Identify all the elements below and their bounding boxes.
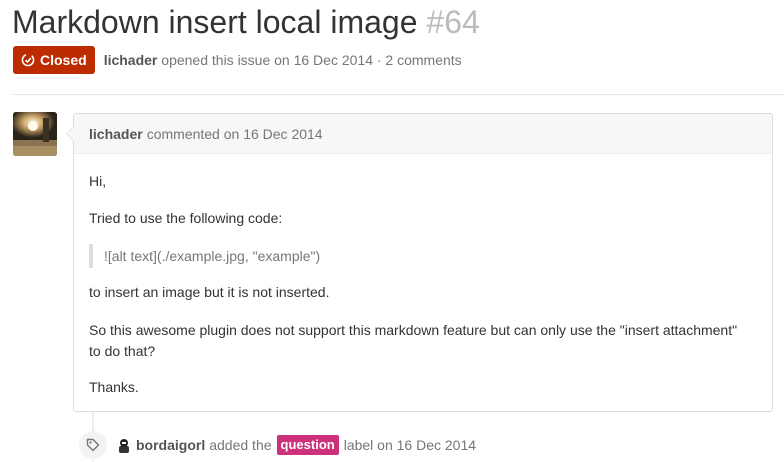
- state-label: Closed: [40, 52, 87, 68]
- avatar-image: [13, 112, 57, 156]
- comment-box: lichader commented on 16 Dec 2014 Hi, Tr…: [66, 113, 773, 412]
- comment-paragraph: Hi,: [89, 173, 107, 189]
- issue-author-link[interactable]: lichader: [104, 52, 158, 68]
- issue-meta-text: lichader opened this issue on 16 Dec 201…: [104, 52, 462, 68]
- tag-icon: [79, 431, 107, 459]
- comment-timestamp[interactable]: commented on 16 Dec 2014: [147, 126, 323, 142]
- event-action-text: added the: [209, 437, 272, 453]
- comment-arrow-inner: [67, 127, 74, 141]
- issue-meta: Closed lichader opened this issue on 16 …: [13, 46, 462, 74]
- issue-title: Markdown insert local image #64: [12, 2, 480, 42]
- label-question[interactable]: question: [276, 435, 339, 455]
- issue-number: #64: [426, 4, 480, 40]
- issue-page: Markdown insert local image #64 Closed l…: [0, 0, 784, 462]
- timeline-event: bordaigorl added the question label on 1…: [79, 430, 476, 460]
- issue-closed-icon: [21, 53, 35, 67]
- comment-paragraph: So this awesome plugin does not support …: [89, 322, 738, 338]
- event-avatar[interactable]: [116, 437, 132, 453]
- avatar[interactable]: [13, 112, 57, 156]
- comment-header: lichader commented on 16 Dec 2014: [74, 114, 772, 154]
- state-badge: Closed: [13, 46, 95, 74]
- issue-title-text: Markdown insert local image: [12, 4, 418, 40]
- issue-opened-text: opened this issue on 16 Dec 2014 · 2 com…: [161, 52, 462, 68]
- comment-author-link[interactable]: lichader: [89, 126, 143, 142]
- comment-paragraph: Tried to use the following code:: [89, 210, 283, 226]
- event-author-link[interactable]: bordaigorl: [136, 437, 205, 453]
- comment-blockquote: ![alt text](./example.jpg, "example"): [89, 244, 320, 268]
- comment-paragraph: to do that?: [89, 343, 156, 359]
- comment-paragraph: Thanks.: [89, 379, 139, 395]
- event-suffix-text: label on 16 Dec 2014: [343, 437, 477, 453]
- comment-paragraph: to insert an image but it is not inserte…: [89, 284, 330, 300]
- header-divider: [13, 94, 784, 95]
